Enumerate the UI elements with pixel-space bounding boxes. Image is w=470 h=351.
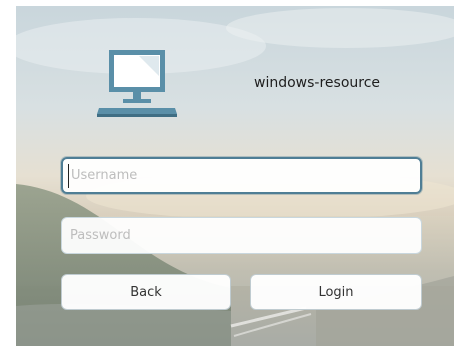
text-cursor	[68, 164, 69, 188]
login-screen: windows-resource Back Login	[16, 6, 454, 346]
username-input[interactable]	[61, 157, 422, 194]
app-name: windows-resource	[254, 75, 381, 91]
password-input[interactable]	[61, 217, 422, 254]
back-button[interactable]: Back	[61, 274, 231, 310]
computer-monitor-icon	[97, 50, 177, 117]
login-button[interactable]: Login	[250, 274, 422, 310]
